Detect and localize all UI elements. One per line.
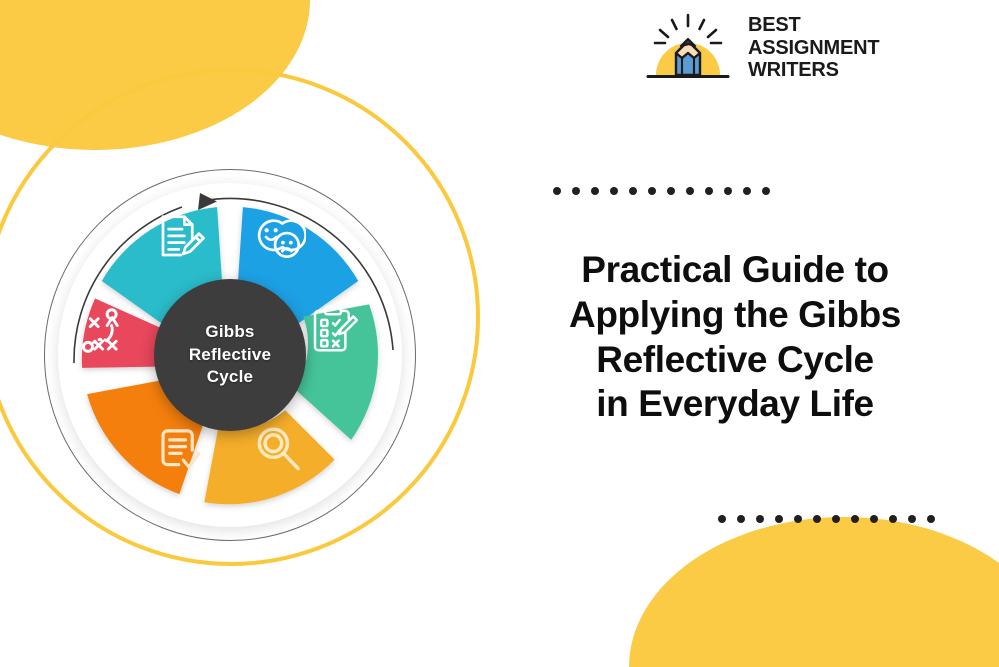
title-line-3: Reflective Cycle bbox=[596, 338, 874, 380]
hub-line-3: Cycle bbox=[206, 367, 254, 387]
title-line-2: Applying the Gibbs bbox=[569, 293, 901, 335]
dot bbox=[705, 187, 713, 195]
dot bbox=[610, 187, 618, 195]
brand-name-line-2: ASSIGNMENT bbox=[748, 36, 880, 59]
dot bbox=[889, 515, 897, 523]
brand-name: BEST ASSIGNMENT WRITERS bbox=[748, 14, 880, 82]
diagram-center-label: Gibbs Reflective Cycle bbox=[189, 321, 271, 388]
title-line-1: Practical Guide to bbox=[581, 249, 889, 290]
dot bbox=[686, 187, 694, 195]
dot bbox=[629, 187, 637, 195]
dot bbox=[756, 515, 764, 523]
dot bbox=[737, 515, 745, 523]
title-line-4: in Everyday Life bbox=[596, 383, 874, 425]
dot bbox=[927, 515, 935, 523]
dot bbox=[813, 515, 821, 523]
brand-logo[interactable]: BEST ASSIGNMENT WRITERS bbox=[638, 12, 888, 84]
dot bbox=[743, 187, 751, 195]
gibbs-reflective-cycle-diagram: Gibbs Reflective Cycle bbox=[30, 155, 430, 555]
dot bbox=[553, 187, 561, 195]
dot bbox=[908, 515, 916, 523]
dot bbox=[870, 515, 878, 523]
dot bbox=[851, 515, 859, 523]
dot bbox=[718, 515, 726, 523]
diagram-center-hub: Gibbs Reflective Cycle bbox=[154, 279, 306, 431]
decorative-dots-bottom bbox=[718, 515, 935, 523]
brand-name-line-1: BEST bbox=[748, 14, 801, 37]
dot bbox=[648, 187, 656, 195]
dot bbox=[775, 515, 783, 523]
dot bbox=[762, 187, 770, 195]
hub-line-1: Gibbs bbox=[205, 322, 255, 342]
page-title: Practical Guide to Applying the Gibbs Re… bbox=[500, 248, 970, 427]
hub-line-2: Reflective bbox=[188, 344, 272, 364]
decorative-dots-top bbox=[553, 187, 770, 195]
brand-name-line-3: WRITERS bbox=[748, 59, 839, 82]
dot bbox=[832, 515, 840, 523]
dot bbox=[794, 515, 802, 523]
dot bbox=[591, 187, 599, 195]
dot bbox=[667, 187, 675, 195]
dot bbox=[572, 187, 580, 195]
pencil-sunrise-icon bbox=[646, 13, 730, 78]
dot bbox=[724, 187, 732, 195]
decorative-blob-bottom-right bbox=[629, 517, 999, 667]
poster-canvas: Gibbs Reflective Cycle BEST ASSIGNMENT W… bbox=[0, 0, 999, 667]
